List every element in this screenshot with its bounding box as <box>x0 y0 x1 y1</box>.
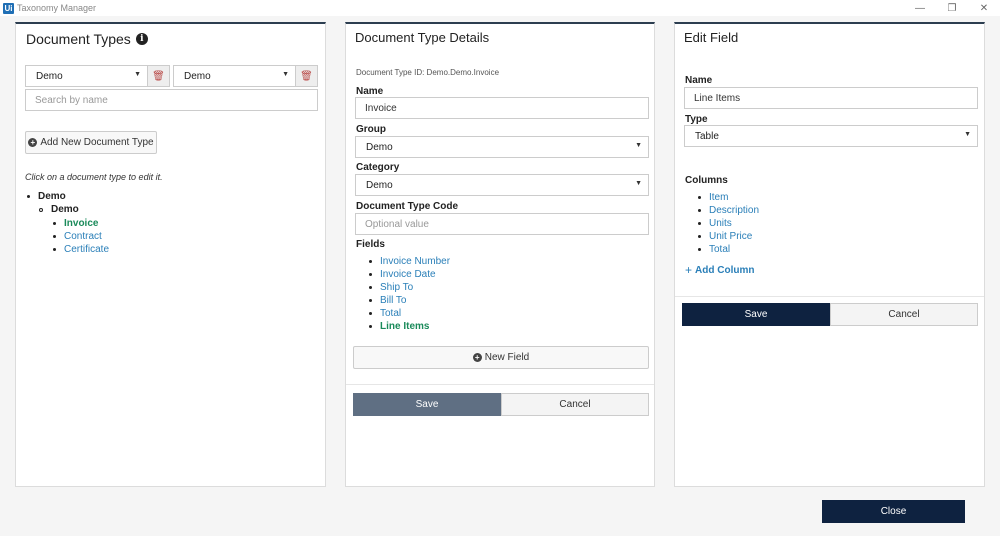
list-item[interactable]: Unit Price <box>698 230 759 243</box>
group-select-value: Demo <box>366 141 393 153</box>
list-item[interactable]: Bill To <box>369 294 450 307</box>
close-window-icon[interactable]: ✕ <box>968 0 1000 16</box>
save-field-button[interactable]: Save <box>682 303 830 326</box>
add-document-type-label: Add New Document Type <box>40 137 154 148</box>
caret-down-icon: ▼ <box>134 71 141 78</box>
window-controls: — ❐ ✕ <box>904 0 1000 16</box>
group-select-value: Demo <box>36 70 63 82</box>
window-title: Taxonomy Manager <box>17 3 97 13</box>
tree-category-label: Demo <box>51 204 79 215</box>
panel-header: Document Types i <box>26 31 148 47</box>
document-type-list: Invoice Contract Certificate <box>53 217 109 256</box>
document-type-contract[interactable]: Contract <box>64 230 102 243</box>
list-item[interactable]: Invoice Date <box>369 268 450 281</box>
edit-field-panel: Edit Field Name Line Items Type Table ▼ … <box>674 22 985 487</box>
field-bill-to[interactable]: Bill To <box>380 294 407 307</box>
category-select[interactable]: Demo ▼ <box>173 65 296 87</box>
minimize-icon[interactable]: — <box>904 0 936 16</box>
field-name-input[interactable]: Line Items <box>684 87 978 109</box>
delete-group-button[interactable]: 🗑 <box>148 65 170 87</box>
plus-icon: + <box>685 263 693 277</box>
add-column-label: Add Column <box>695 264 755 276</box>
columns-list: Item Description Units Unit Price Total <box>698 191 759 256</box>
new-field-label: New Field <box>484 352 530 363</box>
divider <box>346 384 654 385</box>
tree-group[interactable]: Demo <box>27 191 66 202</box>
panel-title: Document Types <box>26 31 131 47</box>
column-units[interactable]: Units <box>709 217 732 230</box>
category-label: Category <box>356 162 400 173</box>
panel-title: Document Type Details <box>355 30 490 45</box>
trash-icon: 🗑 <box>300 70 313 82</box>
document-type-code-label: Document Type Code <box>356 201 459 212</box>
caret-down-icon: ▼ <box>635 142 642 149</box>
fields-label: Fields <box>356 239 385 250</box>
field-line-items[interactable]: Line Items <box>380 320 429 333</box>
add-column-link[interactable]: + Add Column <box>685 263 754 277</box>
name-label: Name <box>685 75 713 86</box>
column-total[interactable]: Total <box>709 243 730 256</box>
trash-icon: 🗑 <box>152 70 165 82</box>
list-item[interactable]: Certificate <box>53 243 109 256</box>
column-description[interactable]: Description <box>709 204 759 217</box>
list-item[interactable]: Invoice Number <box>369 255 450 268</box>
tree-group-label: Demo <box>38 191 66 202</box>
field-invoice-date[interactable]: Invoice Date <box>380 268 436 281</box>
plus-circle-icon: + <box>28 138 38 147</box>
columns-label: Columns <box>685 175 728 186</box>
category-select-value: Demo <box>366 179 393 191</box>
name-label: Name <box>356 86 384 97</box>
group-select[interactable]: Demo ▼ <box>25 65 148 87</box>
list-item[interactable]: Ship To <box>369 281 450 294</box>
document-type-invoice[interactable]: Invoice <box>64 217 98 230</box>
column-unit-price[interactable]: Unit Price <box>709 230 752 243</box>
category-select[interactable]: Demo ▼ <box>355 174 649 196</box>
tree-category[interactable]: Demo <box>39 204 79 215</box>
field-total[interactable]: Total <box>380 307 401 320</box>
list-item[interactable]: Item <box>698 191 759 204</box>
group-label: Group <box>356 124 386 135</box>
group-select[interactable]: Demo ▼ <box>355 136 649 158</box>
delete-category-button[interactable]: 🗑 <box>296 65 318 87</box>
app-logo-icon: Ui <box>3 2 14 14</box>
type-label: Type <box>685 114 708 125</box>
new-field-button[interactable]: + New Field <box>353 346 649 369</box>
field-invoice-number[interactable]: Invoice Number <box>380 255 450 268</box>
field-type-select[interactable]: Table ▼ <box>684 125 978 147</box>
cancel-field-button[interactable]: Cancel <box>830 303 978 326</box>
hint-text: Click on a document type to edit it. <box>25 172 163 182</box>
fields-list: Invoice Number Invoice Date Ship To Bill… <box>369 255 450 333</box>
plus-circle-icon: + <box>472 353 482 362</box>
document-type-id: Document Type ID: Demo.Demo.Invoice <box>356 68 500 77</box>
list-item[interactable]: Description <box>698 204 759 217</box>
caret-down-icon: ▼ <box>964 131 971 138</box>
list-item[interactable]: Invoice <box>53 217 109 230</box>
add-document-type-button[interactable]: + Add New Document Type <box>25 131 157 154</box>
list-item[interactable]: Total <box>369 307 450 320</box>
list-item[interactable]: Total <box>698 243 759 256</box>
list-item[interactable]: Contract <box>53 230 109 243</box>
name-field[interactable]: Invoice <box>355 97 649 119</box>
panel-title: Edit Field <box>684 30 739 45</box>
category-select-value: Demo <box>184 70 211 82</box>
caret-down-icon: ▼ <box>635 180 642 187</box>
cancel-button[interactable]: Cancel <box>501 393 649 416</box>
column-item[interactable]: Item <box>709 191 728 204</box>
list-item[interactable]: Line Items <box>369 320 450 333</box>
info-icon[interactable]: i <box>135 33 148 45</box>
field-ship-to[interactable]: Ship To <box>380 281 413 294</box>
close-button[interactable]: Close <box>822 500 965 523</box>
search-input[interactable]: Search by name <box>25 89 318 111</box>
list-item[interactable]: Units <box>698 217 759 230</box>
document-type-details-panel: Document Type Details Document Type ID: … <box>345 22 655 487</box>
save-button[interactable]: Save <box>353 393 501 416</box>
restore-icon[interactable]: ❐ <box>936 0 968 16</box>
document-type-certificate[interactable]: Certificate <box>64 243 109 256</box>
caret-down-icon: ▼ <box>282 71 289 78</box>
title-bar: Ui Taxonomy Manager — ❐ ✕ <box>0 0 1000 16</box>
document-type-code-field[interactable]: Optional value <box>355 213 649 235</box>
document-types-panel: Document Types i Demo ▼ 🗑 Demo ▼ 🗑 Searc… <box>15 22 326 487</box>
field-type-value: Table <box>695 130 719 142</box>
divider <box>675 296 984 297</box>
